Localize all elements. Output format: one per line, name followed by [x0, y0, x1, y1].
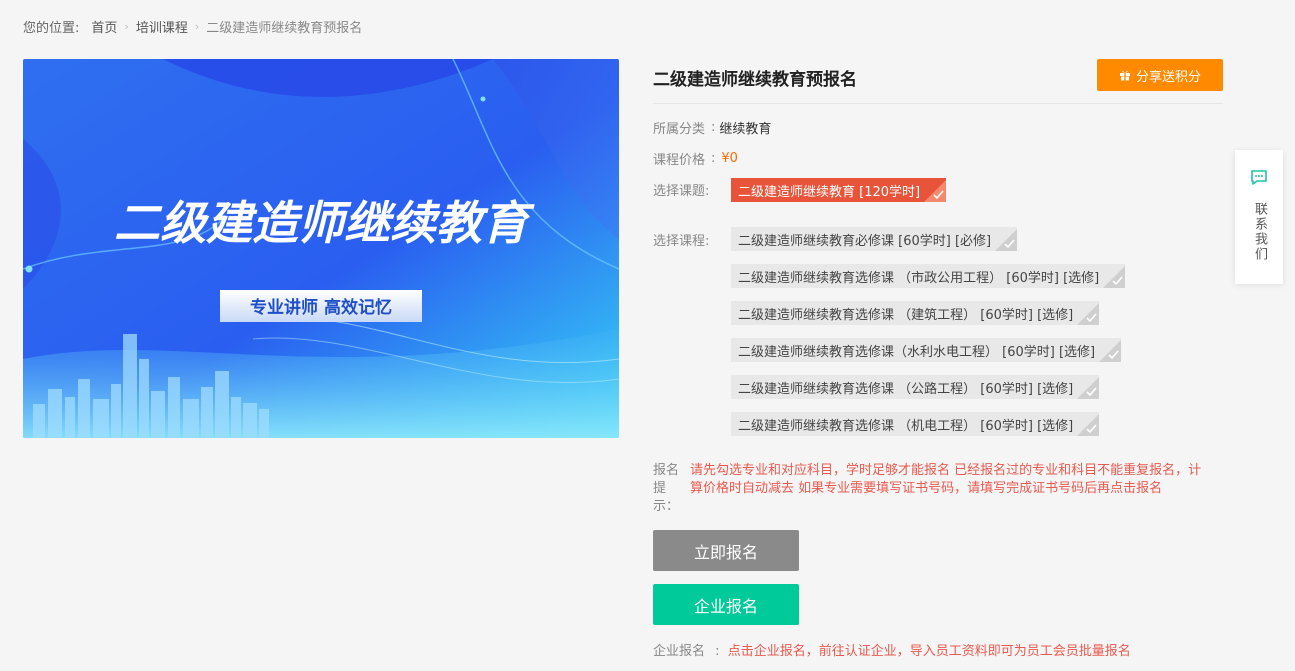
- breadcrumb-courses-link[interactable]: 培训课程: [136, 17, 188, 36]
- banner-headline: 二级建造师继续教育: [114, 196, 535, 250]
- contact-us-label: 联系我们: [1252, 202, 1267, 262]
- chevron-right-icon: ›: [124, 20, 129, 33]
- breadcrumb-current: 二级建造师继续教育预报名: [206, 21, 363, 36]
- course-option-label: 二级建造师继续教育选修课 （机电工程） [60学时] [选修]: [738, 418, 1074, 434]
- check-icon: [995, 229, 1018, 251]
- category-row: 所属分类 : 继续教育: [653, 118, 771, 137]
- course-option-label: 二级建造师继续教育选修课 （公路工程） [60学时] [选修]: [738, 381, 1074, 397]
- topic-tag-label: 二级建造师继续教育 [120学时]: [738, 184, 921, 200]
- course-option[interactable]: 二级建造师继续教育选修课 （建筑工程） [60学时] [选修]: [731, 301, 1100, 325]
- courses-label: 选择课程:: [653, 234, 710, 249]
- course-list: 二级建造师继续教育必修课 [60学时] [必修] 二级建造师继续教育选修课 （市…: [731, 227, 1126, 436]
- price-row: 课程价格 : ¥0: [653, 149, 738, 168]
- course-option-label: 二级建造师继续教育选修课 （建筑工程） [60学时] [选修]: [738, 307, 1074, 323]
- course-option-label: 二级建造师继续教育选修课 （市政公用工程） [60学时] [选修]: [738, 270, 1100, 286]
- enterprise-tip-label: 企业报名: [653, 644, 706, 659]
- gift-icon: [1119, 70, 1130, 81]
- category-label: 所属分类: [653, 122, 706, 137]
- topic-tag-selected[interactable]: 二级建造师继续教育 [120学时]: [731, 178, 947, 202]
- enterprise-enroll-button[interactable]: 企业报名: [653, 584, 799, 625]
- course-banner-image: 二级建造师继续教育 专业讲师 高效记忆: [23, 59, 619, 438]
- course-option[interactable]: 二级建造师继续教育选修课 （公路工程） [60学时] [选修]: [731, 375, 1100, 399]
- check-icon: [1103, 266, 1126, 288]
- enterprise-tip-colon: :: [715, 644, 720, 659]
- check-icon: [1077, 377, 1100, 399]
- banner-slogan: 专业讲师 高效记忆: [250, 297, 392, 318]
- tip-label: 报名提示：: [653, 463, 680, 514]
- contact-us-widget[interactable]: 联系我们: [1235, 150, 1283, 284]
- course-option[interactable]: 二级建造师继续教育选修课 （市政公用工程） [60学时] [选修]: [731, 264, 1126, 288]
- course-option-label: 二级建造师继续教育选修课（水利水电工程） [60学时] [选修]: [738, 344, 1096, 360]
- share-button-label: 分享送积分: [1135, 69, 1201, 85]
- check-icon: [1077, 414, 1100, 436]
- topic-label: 选择课题:: [653, 184, 710, 199]
- check-icon: [924, 180, 947, 202]
- enroll-now-button[interactable]: 立即报名: [653, 530, 799, 571]
- enterprise-tip-row: 企业报名 : 点击企业报名，前往认证企业，导入员工资料即可为员工会员批量报名: [653, 640, 1131, 659]
- course-option[interactable]: 二级建造师继续教育选修课 （机电工程） [60学时] [选修]: [731, 412, 1100, 436]
- category-colon: :: [711, 120, 716, 135]
- topic-row: 选择课题:: [653, 180, 709, 199]
- course-option[interactable]: 二级建造师继续教育选修课（水利水电工程） [60学时] [选修]: [731, 338, 1122, 362]
- share-button[interactable]: 分享送积分: [1097, 59, 1223, 91]
- breadcrumb-home-link[interactable]: 首页: [91, 17, 117, 36]
- category-value: 继续教育: [719, 122, 772, 137]
- chat-icon: [1251, 170, 1267, 185]
- breadcrumb-prefix: 您的位置:: [23, 21, 80, 36]
- course-option-label: 二级建造师继续教育必修课 [60学时] [必修]: [738, 233, 992, 249]
- tip-text: 请先勾选专业和对应科目，学时足够才能报名 已经报名过的专业和科目不能重复报名，计…: [690, 463, 1202, 496]
- page-title: 二级建造师继续教育预报名: [653, 70, 857, 90]
- course-header: 二级建造师继续教育预报名 分享送积分: [653, 59, 1223, 104]
- check-icon: [1077, 303, 1100, 325]
- price-colon: :: [711, 151, 716, 166]
- enterprise-tip-text: 点击企业报名，前往认证企业，导入员工资料即可为员工会员批量报名: [727, 644, 1131, 659]
- price-label: 课程价格: [653, 153, 706, 168]
- breadcrumb: 您的位置: 首页 › 培训课程 › 二级建造师继续教育预报名: [23, 17, 362, 36]
- course-option[interactable]: 二级建造师继续教育必修课 [60学时] [必修]: [731, 227, 1018, 251]
- check-icon: [1099, 340, 1122, 362]
- price-value: ¥0: [721, 151, 738, 166]
- chevron-right-icon: ›: [194, 20, 200, 33]
